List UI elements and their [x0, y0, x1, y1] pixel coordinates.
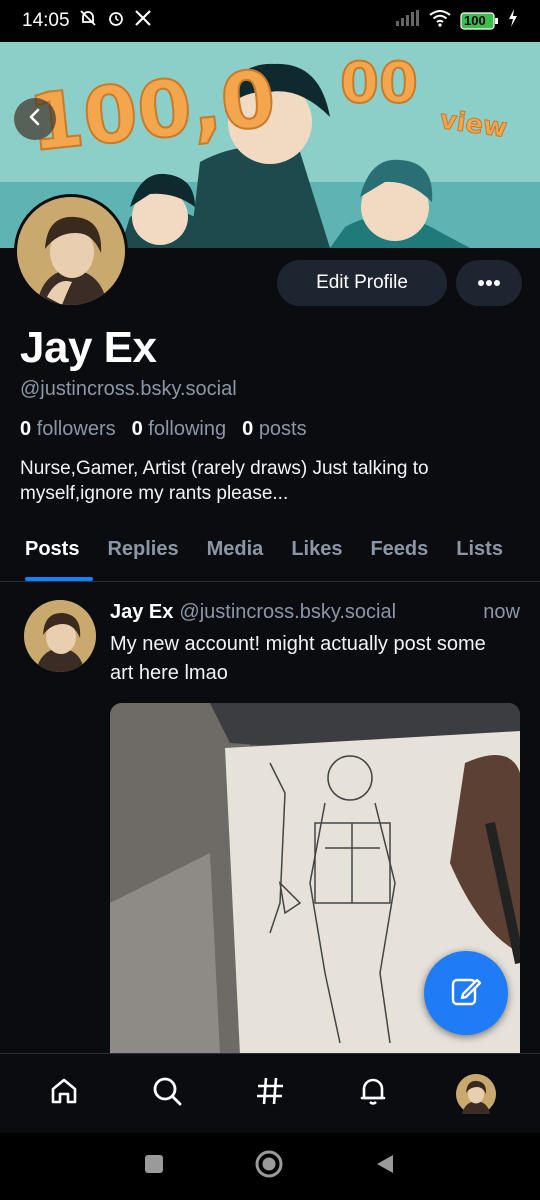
back-triangle-icon [374, 1153, 396, 1180]
following-count: 0 [131, 418, 143, 440]
tab-lists[interactable]: Lists [442, 530, 517, 581]
hashtag-icon [254, 1075, 286, 1112]
tab-feeds[interactable]: Feeds [356, 530, 442, 581]
nav-search[interactable] [137, 1064, 197, 1124]
compose-post-button[interactable] [424, 951, 508, 1035]
posts-label: posts [258, 418, 307, 440]
tab-label: Replies [107, 538, 179, 560]
posts-count: 0 [242, 418, 254, 440]
status-left: 14:05 [22, 8, 152, 34]
status-right: 100 [396, 9, 518, 33]
tab-label: Likes [291, 538, 343, 560]
battery-level: 100 [464, 13, 486, 28]
tab-likes[interactable]: Likes [277, 530, 356, 581]
nav-feeds[interactable] [240, 1064, 300, 1124]
post-timestamp: now [483, 601, 520, 623]
back-button[interactable] [14, 98, 56, 140]
bottom-nav [0, 1053, 540, 1133]
profile-avatar-small [456, 1073, 497, 1114]
post-header: Jay Ex @justincross.bsky.social now [110, 601, 520, 624]
following-label: following [148, 418, 227, 440]
post-author-avatar[interactable] [24, 600, 96, 672]
profile-stats: 0 followers 0 following 0 posts [20, 418, 307, 441]
tab-replies[interactable]: Replies [93, 530, 192, 581]
chevron-left-icon [26, 108, 44, 131]
display-name: Jay Ex [20, 323, 157, 372]
alarm-icon [106, 8, 126, 34]
notifications-bell-icon [357, 1075, 389, 1112]
recents-button[interactable] [144, 1154, 164, 1179]
tab-media[interactable]: Media [193, 530, 278, 581]
avatar-illustration [24, 600, 96, 672]
edit-profile-label: Edit Profile [316, 272, 408, 293]
profile-bio: Nurse,Gamer, Artist (rarely draws) Just … [20, 458, 429, 504]
more-dots-icon [477, 274, 501, 292]
tab-label: Feeds [370, 538, 429, 560]
system-back-button[interactable] [374, 1153, 396, 1180]
system-home-button[interactable] [254, 1149, 284, 1184]
nav-profile[interactable] [446, 1064, 506, 1124]
tab-label: Posts [25, 538, 80, 560]
search-icon [151, 1075, 183, 1112]
svg-text:00: 00 [340, 51, 418, 116]
tab-posts[interactable]: Posts [0, 530, 94, 581]
following-stat[interactable]: 0 following [132, 418, 227, 441]
post-author-name[interactable]: Jay Ex [110, 601, 173, 624]
system-nav-bar [0, 1133, 540, 1200]
muted-bell-icon [78, 8, 98, 34]
nav-notifications[interactable] [343, 1064, 403, 1124]
status-time: 14:05 [22, 10, 70, 31]
avatar-illustration [17, 197, 125, 305]
tab-label: Media [206, 538, 264, 560]
more-options-button[interactable] [456, 260, 522, 306]
status-bar: 14:05 100 [0, 0, 540, 42]
home-icon [48, 1075, 80, 1112]
profile-handle[interactable]: @justincross.bsky.social [20, 378, 237, 401]
charging-icon [508, 9, 518, 33]
posts-stat: 0 posts [242, 418, 307, 441]
edit-profile-button[interactable]: Edit Profile [277, 260, 447, 306]
followers-count: 0 [20, 418, 32, 440]
post-text: My new account! might actually post some… [110, 633, 486, 684]
followers-label: followers [36, 418, 116, 440]
nav-home[interactable] [34, 1064, 94, 1124]
tab-label: Lists [456, 538, 503, 560]
followers-stat[interactable]: 0 followers [20, 418, 116, 441]
home-circle-icon [254, 1149, 284, 1184]
recents-square-icon [144, 1154, 164, 1179]
profile-avatar-large[interactable] [14, 194, 128, 308]
post-author-handle[interactable]: @justincross.bsky.social [179, 601, 396, 624]
compose-pencil-icon [449, 974, 483, 1013]
battery-icon: 100 [460, 11, 500, 31]
x-logo-icon [134, 9, 152, 33]
wifi-icon [428, 9, 452, 33]
profile-tabs: Posts Replies Media Likes Feeds Lists [0, 530, 540, 582]
signal-icon [396, 10, 420, 32]
